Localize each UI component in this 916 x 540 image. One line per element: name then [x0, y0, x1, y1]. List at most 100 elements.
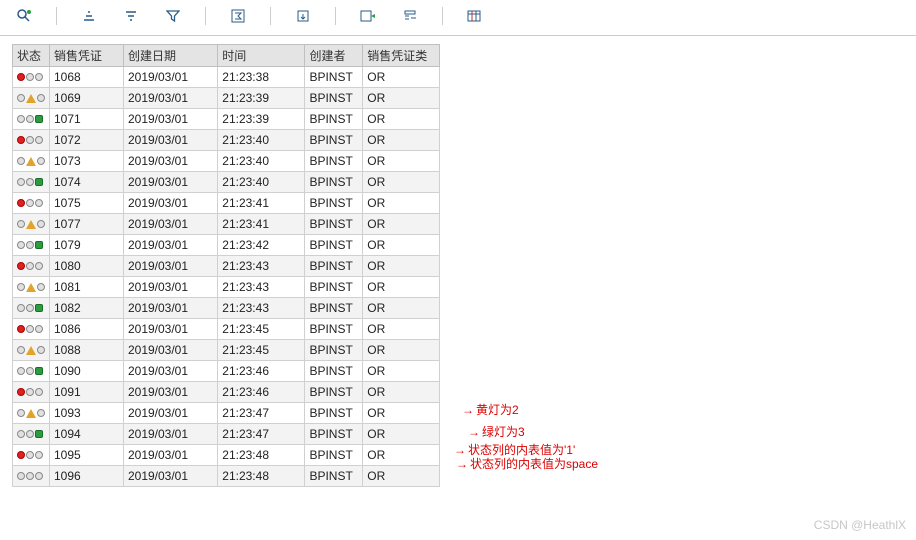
- cell-type: OR: [363, 319, 440, 340]
- col-header-status[interactable]: 状态: [13, 45, 50, 67]
- detail-icon[interactable]: [14, 6, 34, 26]
- traffic-light-yellow-icon: [17, 94, 45, 103]
- col-header-doc[interactable]: 销售凭证: [50, 45, 124, 67]
- col-header-creator[interactable]: 创建者: [305, 45, 363, 67]
- cell-date: 2019/03/01: [123, 361, 217, 382]
- cell-doc: 1071: [50, 109, 124, 130]
- table-row[interactable]: 10772019/03/0121:23:41BPINSTOR: [13, 214, 440, 235]
- table-row[interactable]: 10822019/03/0121:23:43BPINSTOR: [13, 298, 440, 319]
- cell-creator: BPINST: [305, 277, 363, 298]
- cell-type: OR: [363, 424, 440, 445]
- traffic-light-green-icon: [17, 430, 43, 438]
- cell-doc: 1081: [50, 277, 124, 298]
- cell-doc: 1075: [50, 193, 124, 214]
- cell-creator: BPINST: [305, 130, 363, 151]
- cell-creator: BPINST: [305, 424, 363, 445]
- cell-type: OR: [363, 445, 440, 466]
- table-row[interactable]: 10962019/03/0121:23:48BPINSTOR: [13, 466, 440, 487]
- cell-time: 21:23:43: [218, 277, 305, 298]
- traffic-light-red-icon: [17, 262, 43, 270]
- toolbar-separator: [205, 7, 206, 25]
- table-row[interactable]: 10882019/03/0121:23:45BPINSTOR: [13, 340, 440, 361]
- table-row[interactable]: 10692019/03/0121:23:39BPINSTOR: [13, 88, 440, 109]
- sum-icon[interactable]: [228, 6, 248, 26]
- cell-status: [13, 403, 50, 424]
- cell-type: OR: [363, 298, 440, 319]
- cell-creator: BPINST: [305, 214, 363, 235]
- grid-container: 状态 销售凭证 创建日期 时间 创建者 销售凭证类 10682019/03/01…: [0, 36, 916, 491]
- table-row[interactable]: 10912019/03/0121:23:46BPINSTOR: [13, 382, 440, 403]
- traffic-light-green-icon: [17, 115, 43, 123]
- cell-time: 21:23:39: [218, 109, 305, 130]
- cell-creator: BPINST: [305, 319, 363, 340]
- cell-date: 2019/03/01: [123, 109, 217, 130]
- cell-time: 21:23:47: [218, 403, 305, 424]
- cell-type: OR: [363, 88, 440, 109]
- send-icon[interactable]: [358, 6, 378, 26]
- cell-creator: BPINST: [305, 256, 363, 277]
- traffic-light-red-icon: [17, 136, 43, 144]
- sort-asc-icon[interactable]: [79, 6, 99, 26]
- cell-status: [13, 361, 50, 382]
- col-header-time[interactable]: 时间: [218, 45, 305, 67]
- sort-desc-icon[interactable]: [121, 6, 141, 26]
- cell-status: [13, 277, 50, 298]
- table-row[interactable]: 10862019/03/0121:23:45BPINSTOR: [13, 319, 440, 340]
- cell-time: 21:23:43: [218, 256, 305, 277]
- traffic-light-none-icon: [17, 472, 43, 480]
- traffic-light-yellow-icon: [17, 346, 45, 355]
- table-row[interactable]: 10932019/03/0121:23:47BPINSTOR: [13, 403, 440, 424]
- table-row[interactable]: 10802019/03/0121:23:43BPINSTOR: [13, 256, 440, 277]
- traffic-light-yellow-icon: [17, 283, 45, 292]
- cell-creator: BPINST: [305, 445, 363, 466]
- toolbar-separator: [335, 7, 336, 25]
- cell-time: 21:23:38: [218, 67, 305, 88]
- cell-doc: 1096: [50, 466, 124, 487]
- table-row[interactable]: 10722019/03/0121:23:40BPINSTOR: [13, 130, 440, 151]
- cell-date: 2019/03/01: [123, 172, 217, 193]
- export-icon[interactable]: [293, 6, 313, 26]
- cell-status: [13, 130, 50, 151]
- cell-date: 2019/03/01: [123, 466, 217, 487]
- layout-icon[interactable]: [400, 6, 420, 26]
- cell-status: [13, 445, 50, 466]
- filter-icon[interactable]: [163, 6, 183, 26]
- cell-doc: 1095: [50, 445, 124, 466]
- col-header-date[interactable]: 创建日期: [123, 45, 217, 67]
- cell-type: OR: [363, 193, 440, 214]
- table-row[interactable]: 10742019/03/0121:23:40BPINSTOR: [13, 172, 440, 193]
- cell-time: 21:23:46: [218, 382, 305, 403]
- cell-doc: 1082: [50, 298, 124, 319]
- data-table[interactable]: 状态 销售凭证 创建日期 时间 创建者 销售凭证类 10682019/03/01…: [12, 44, 440, 487]
- table-row[interactable]: 10902019/03/0121:23:46BPINSTOR: [13, 361, 440, 382]
- cell-date: 2019/03/01: [123, 256, 217, 277]
- table-row[interactable]: 10952019/03/0121:23:48BPINSTOR: [13, 445, 440, 466]
- table-row[interactable]: 10712019/03/0121:23:39BPINSTOR: [13, 109, 440, 130]
- cell-doc: 1088: [50, 340, 124, 361]
- cell-status: [13, 235, 50, 256]
- cell-status: [13, 151, 50, 172]
- cell-creator: BPINST: [305, 382, 363, 403]
- table-row[interactable]: 10812019/03/0121:23:43BPINSTOR: [13, 277, 440, 298]
- cell-time: 21:23:45: [218, 319, 305, 340]
- grid-settings-icon[interactable]: [465, 6, 485, 26]
- cell-doc: 1069: [50, 88, 124, 109]
- table-row[interactable]: 10792019/03/0121:23:42BPINSTOR: [13, 235, 440, 256]
- table-row[interactable]: 10682019/03/0121:23:38BPINSTOR: [13, 67, 440, 88]
- traffic-light-yellow-icon: [17, 409, 45, 418]
- cell-status: [13, 319, 50, 340]
- table-row[interactable]: 10942019/03/0121:23:47BPINSTOR: [13, 424, 440, 445]
- traffic-light-green-icon: [17, 304, 43, 312]
- cell-status: [13, 88, 50, 109]
- cell-creator: BPINST: [305, 88, 363, 109]
- cell-doc: 1093: [50, 403, 124, 424]
- cell-time: 21:23:40: [218, 151, 305, 172]
- table-row[interactable]: 10732019/03/0121:23:40BPINSTOR: [13, 151, 440, 172]
- traffic-light-red-icon: [17, 199, 43, 207]
- traffic-light-yellow-icon: [17, 220, 45, 229]
- traffic-light-green-icon: [17, 178, 43, 186]
- cell-type: OR: [363, 151, 440, 172]
- col-header-type[interactable]: 销售凭证类: [363, 45, 440, 67]
- cell-status: [13, 193, 50, 214]
- table-row[interactable]: 10752019/03/0121:23:41BPINSTOR: [13, 193, 440, 214]
